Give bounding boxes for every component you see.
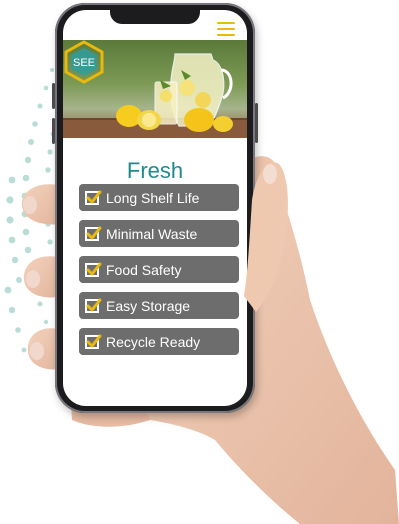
- thumb-overlay: [244, 162, 288, 312]
